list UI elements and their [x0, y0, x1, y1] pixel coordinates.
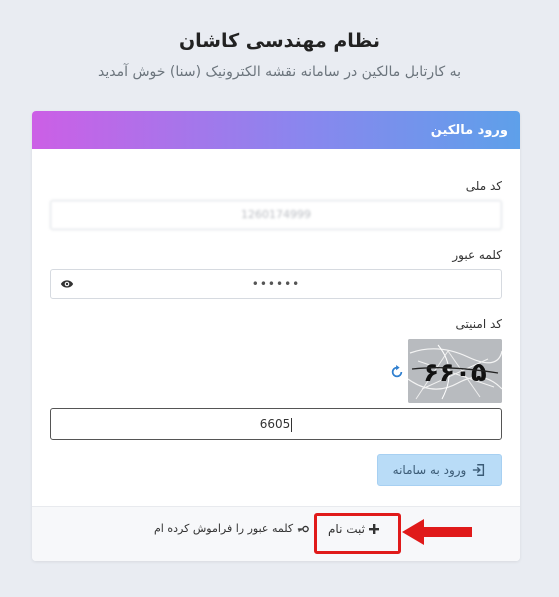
captcha-image: ۶۶۰۵	[408, 339, 502, 403]
captcha-input-value: 6605	[259, 417, 291, 431]
plus-icon	[368, 524, 379, 534]
national-code-input[interactable]: 1260174999	[50, 200, 502, 230]
eye-icon[interactable]	[60, 278, 74, 290]
text-caret	[291, 417, 293, 432]
site-title: نظام مهندسی کاشان	[178, 30, 381, 52]
login-button[interactable]: ورود به سامانه	[377, 454, 502, 486]
site-subtitle: به کارتابل مالکین در سامانه نقشه الکترون…	[98, 64, 461, 80]
card-header: ورود مالکین	[32, 111, 520, 149]
password-value: ••••••	[251, 277, 301, 291]
password-input[interactable]: ••••••	[50, 269, 502, 299]
captcha-input[interactable]: 6605	[50, 408, 502, 440]
sign-in-icon	[473, 464, 485, 476]
national-code-label: کد ملی	[465, 179, 502, 193]
key-icon	[297, 525, 309, 532]
register-link[interactable]: ثبت نام	[328, 522, 379, 536]
login-page: نظام مهندسی کاشان به کارتابل مالکین در س…	[0, 0, 559, 597]
captcha-text: ۶۶۰۵	[423, 358, 487, 388]
password-label: کلمه عبور	[452, 248, 502, 262]
red-arrow-annotation	[402, 519, 472, 545]
register-label: ثبت نام	[328, 522, 365, 536]
login-button-label: ورود به سامانه	[392, 463, 467, 477]
forgot-password-link[interactable]: کلمه عبور را فراموش کرده ام	[154, 522, 309, 535]
forgot-label: کلمه عبور را فراموش کرده ام	[154, 522, 294, 535]
card-title: ورود مالکین	[430, 122, 508, 138]
login-card: ورود مالکین کد ملی 1260174999 کلمه عبور …	[32, 111, 520, 561]
captcha-label: کد امنیتی	[455, 317, 502, 331]
refresh-icon[interactable]	[390, 365, 404, 379]
